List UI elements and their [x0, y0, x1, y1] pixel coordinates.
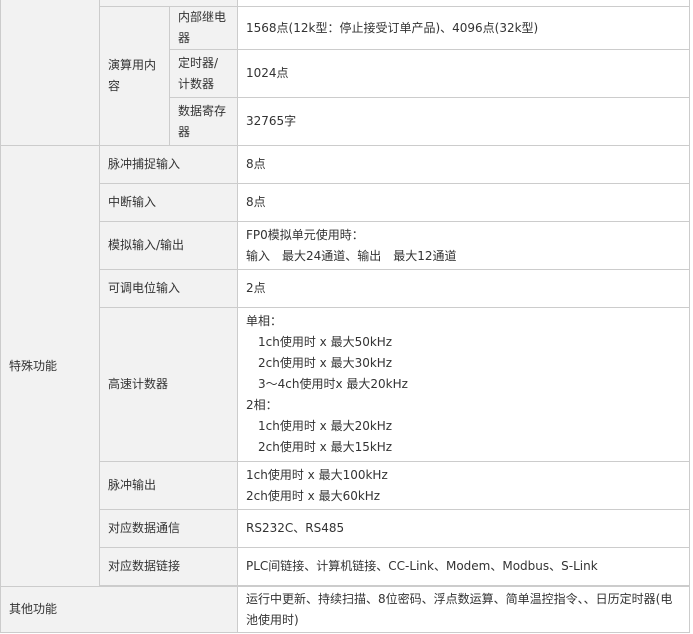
row-value-data-register: 32765字 [237, 97, 690, 146]
row-label-potentiometer: 可调电位输入 [99, 269, 238, 308]
row-value-comm: RS232C、RS485 [237, 509, 690, 548]
table-row: 中断输入 8点 [1, 183, 690, 222]
row-value-hsc: 单相： 1ch使用时 x 最大50kHz 2ch使用时 x 最大30kHz 3～… [237, 307, 690, 462]
pulse-output-line: 2ch使用时 x 最大60kHz [246, 488, 381, 503]
group-label-special: 特殊功能 [0, 145, 100, 587]
row-label-pulse-output: 脉冲输出 [99, 461, 238, 510]
table-row: 特殊功能 脉冲捕捉输入 8点 [0, 145, 690, 587]
table-row: 对应数据链接 PLC间链接、计算机链接、CC-Link、Modem、Modbus… [1, 547, 690, 586]
row-label-pulse-capture: 脉冲捕捉输入 [99, 145, 238, 184]
row-label-comm: 对应数据通信 [99, 509, 238, 548]
spec-table: 演算用内容 内部继电器 1568点(12k型：停止接受订单产品)、4096点(3… [0, 0, 690, 633]
row-value-link: PLC间链接、计算机链接、CC-Link、Modem、Modbus、S-Link [237, 547, 690, 586]
row-label-relay: 内部继电器 [169, 6, 238, 50]
table-row: 脉冲输出 1ch使用时 x 最大100kHz 2ch使用时 x 最大60kHz [1, 461, 690, 510]
table-row: 对应数据通信 RS232C、RS485 [1, 509, 690, 548]
hsc-single-phase-title: 单相： [246, 314, 283, 328]
row-value-pulse-output: 1ch使用时 x 最大100kHz 2ch使用时 x 最大60kHz [237, 461, 690, 510]
row-value-potentiometer: 2点 [237, 269, 690, 308]
table-row: 高速计数器 单相： 1ch使用时 x 最大50kHz 2ch使用时 x 最大30… [1, 307, 690, 462]
table-row: 模拟输入/输出 FP0模拟单元使用時： 输入 最大24通道、输出 最大12通道 [1, 221, 690, 270]
category-cell-top [0, 0, 100, 146]
hsc-line: 1ch使用时 x 最大50kHz [258, 335, 393, 349]
group-label-calc: 演算用内容 [99, 6, 170, 146]
pulse-output-line: 1ch使用时 x 最大100kHz [246, 467, 388, 482]
table-row: 可调电位输入 2点 [1, 269, 690, 308]
row-label-analog: 模拟输入/输出 [99, 221, 238, 270]
analog-line: 输入 最大24通道、输出 最大12通道 [246, 248, 457, 263]
table-row: 演算用内容 内部继电器 1568点(12k型：停止接受订单产品)、4096点(3… [1, 6, 690, 146]
row-value-pulse-capture: 8点 [237, 145, 690, 184]
row-value-analog: FP0模拟单元使用時： 输入 最大24通道、输出 最大12通道 [237, 221, 690, 270]
analog-line: FP0模拟单元使用時： [246, 227, 364, 242]
row-value-timer: 1024点 [237, 49, 690, 98]
table-row: 其他功能 运行中更新、持续扫描、8位密码、浮点数运算、简单温控指令、、日历定时器… [0, 586, 690, 633]
row-label-other: 其他功能 [0, 586, 238, 633]
row-label-link: 对应数据链接 [99, 547, 238, 586]
row-value-interrupt: 8点 [237, 183, 690, 222]
row-label-interrupt: 中断输入 [99, 183, 238, 222]
hsc-line: 3～4ch使用时x 最大20kHz [258, 377, 408, 391]
row-label-hsc: 高速计数器 [99, 307, 238, 462]
row-label-data-register: 数据寄存器 [169, 97, 238, 146]
row-value-other: 运行中更新、持续扫描、8位密码、浮点数运算、简单温控指令、、日历定时器(电池使用… [237, 586, 690, 633]
row-value-relay: 1568点(12k型：停止接受订单产品)、4096点(32k型) [237, 6, 690, 50]
hsc-line: 1ch使用时 x 最大20kHz [258, 419, 393, 433]
hsc-line: 2ch使用时 x 最大30kHz [258, 356, 393, 370]
hsc-two-phase-title: 2相： [246, 398, 278, 412]
row-label-timer: 定时器/计数器 [169, 49, 238, 98]
hsc-line: 2ch使用时 x 最大15kHz [258, 440, 393, 454]
